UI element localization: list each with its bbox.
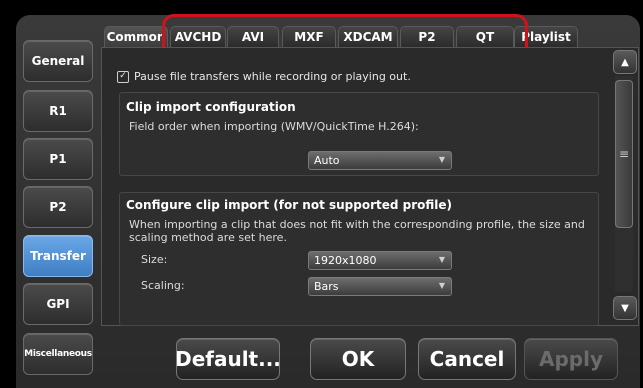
scrollbar-thumb[interactable]: ≡ xyxy=(615,80,633,228)
field-order-label: Field order when importing (WMV/QuickTim… xyxy=(129,120,419,133)
tab-label: Playlist xyxy=(521,30,571,44)
clip-import-title: Clip import configuration xyxy=(126,100,296,114)
pause-transfers-checkbox[interactable]: ✓ xyxy=(117,70,129,83)
chevron-down-icon: ▼ xyxy=(438,255,445,264)
size-label: Size: xyxy=(141,253,168,266)
field-order-select[interactable]: Auto ▼ xyxy=(308,151,452,170)
scroll-up-button[interactable]: ▲ xyxy=(613,50,637,74)
cancel-button-label: Cancel xyxy=(429,347,505,371)
size-value: 1920x1080 xyxy=(314,254,377,267)
sidebar-item-label: General xyxy=(31,54,85,68)
tab-label: XDCAM xyxy=(343,30,393,44)
scaling-select[interactable]: Bars ▼ xyxy=(308,277,452,296)
default-button-label: Default... xyxy=(175,347,281,371)
sidebar-item-transfer[interactable]: Transfer xyxy=(23,235,93,277)
sidebar-item-label: Transfer xyxy=(30,249,86,263)
sidebar-item-general[interactable]: General xyxy=(23,40,93,82)
sidebar-item-label: P1 xyxy=(49,152,67,166)
tab-label: P2 xyxy=(418,30,436,44)
unsupported-profile-description: When importing a clip that does not fit … xyxy=(129,218,585,244)
sidebar-item-miscellaneous[interactable]: Miscellaneous xyxy=(23,333,93,375)
pause-transfers-label: Pause file transfers while recording or … xyxy=(134,70,411,83)
field-order-value: Auto xyxy=(314,154,340,167)
size-select[interactable]: 1920x1080 ▼ xyxy=(308,251,452,270)
sidebar-item-label: P2 xyxy=(49,200,67,214)
tab-label: AVCHD xyxy=(174,30,222,44)
sidebar-item-gpi[interactable]: GPI xyxy=(23,283,93,325)
ok-button[interactable]: OK xyxy=(310,338,406,380)
tab-qt[interactable]: QT xyxy=(456,26,514,47)
chevron-down-icon: ▼ xyxy=(438,281,445,290)
tab-label: Common xyxy=(106,30,166,44)
chevron-down-icon: ▼ xyxy=(621,302,629,314)
apply-button[interactable]: Apply xyxy=(524,338,618,380)
scrollbar-track[interactable]: ≡ xyxy=(615,76,633,292)
tab-xdcam[interactable]: XDCAM xyxy=(338,26,398,47)
unsupported-profile-title: Configure clip import (for not supported… xyxy=(126,198,453,212)
sidebar-item-label: R1 xyxy=(49,104,67,118)
tab-p2[interactable]: P2 xyxy=(400,26,454,47)
scroll-down-button[interactable]: ▼ xyxy=(613,296,637,320)
sidebar-item-label: GPI xyxy=(46,297,70,311)
tab-label: AVI xyxy=(241,30,265,44)
ok-button-label: OK xyxy=(341,347,375,371)
chevron-up-icon: ▲ xyxy=(621,56,629,68)
tab-avi[interactable]: AVI xyxy=(227,26,279,47)
tab-mxf[interactable]: MXF xyxy=(282,26,336,47)
tab-avchd[interactable]: AVCHD xyxy=(170,26,226,47)
pause-transfers-row[interactable]: ✓ Pause file transfers while recording o… xyxy=(117,70,411,83)
panel-scrollbar[interactable]: ▲ ≡ ▼ xyxy=(613,50,637,320)
scaling-value: Bars xyxy=(314,280,339,293)
chevron-down-icon: ▼ xyxy=(438,155,445,164)
apply-button-label: Apply xyxy=(538,347,603,371)
default-button[interactable]: Default... xyxy=(175,338,281,380)
tab-common[interactable]: Common xyxy=(104,26,168,47)
cancel-button[interactable]: Cancel xyxy=(418,338,516,380)
grip-icon: ≡ xyxy=(618,147,630,161)
sidebar-item-r1[interactable]: R1 xyxy=(23,90,93,132)
sidebar-item-p1[interactable]: P1 xyxy=(23,138,93,180)
scaling-label: Scaling: xyxy=(141,279,185,292)
tab-playlist[interactable]: Playlist xyxy=(514,26,578,47)
sidebar-item-label: Miscellaneous xyxy=(24,349,92,359)
tab-label: QT xyxy=(475,30,495,44)
sidebar-item-p2[interactable]: P2 xyxy=(23,186,93,228)
tab-label: MXF xyxy=(294,30,324,44)
